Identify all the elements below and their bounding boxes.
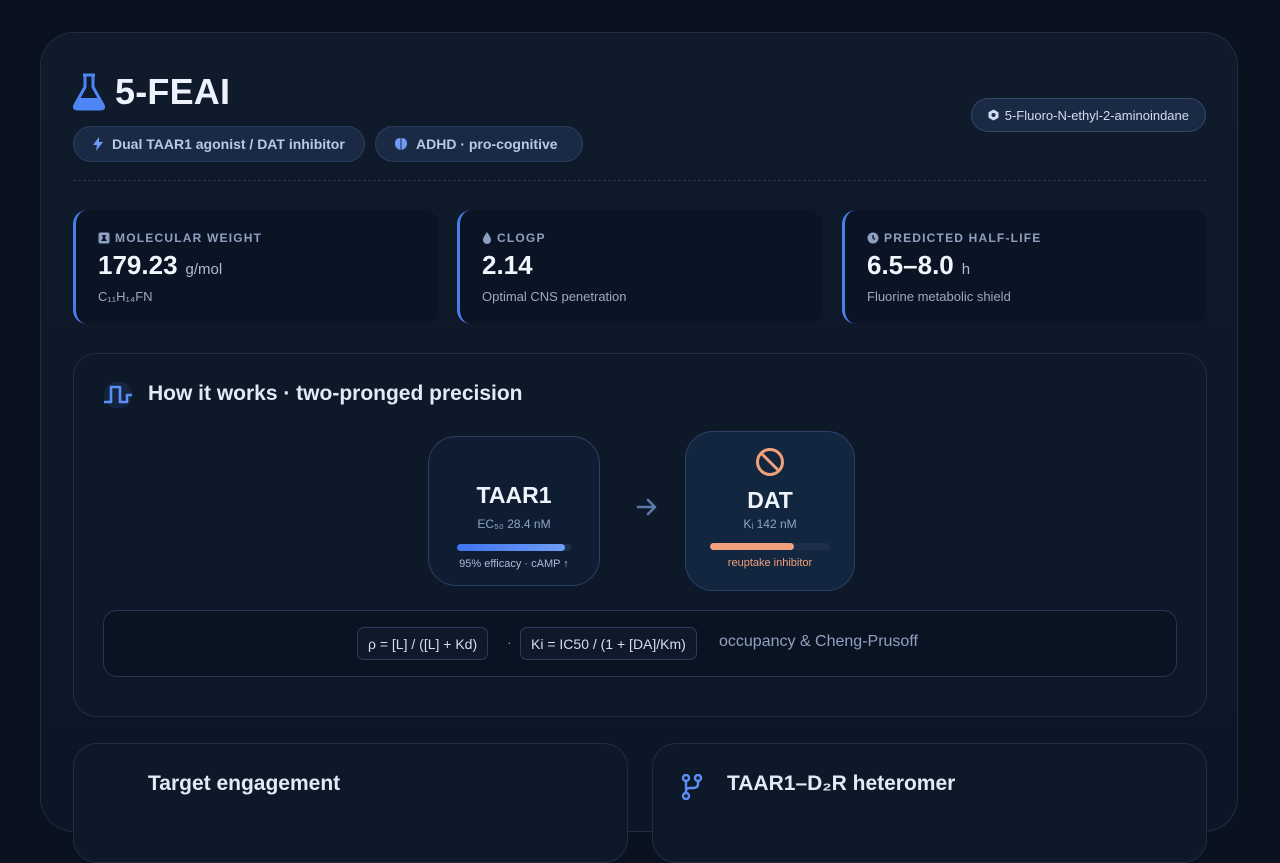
dat-inhibition-bar: [710, 543, 830, 550]
indication-pill[interactable]: ADHD · pro-cognitive: [375, 126, 583, 162]
stat-sub: Fluorine metabolic shield: [867, 289, 1011, 304]
stat-half-life: PREDICTED HALF-LIFE 6.5–8.0 h Fluorine me…: [842, 210, 1207, 324]
stat-label: MOLECULAR WEIGHT: [98, 231, 262, 245]
iupac-badge[interactable]: 5-Fluoro-N-ethyl-2-aminoindane: [970, 98, 1206, 132]
ban-icon: [756, 448, 784, 476]
stat-unit: g/mol: [185, 261, 223, 278]
hexagon-icon: [988, 109, 999, 121]
title-row: 5-FEAI: [73, 71, 230, 113]
dat-caption: reuptake inhibitor: [727, 557, 813, 569]
clock-icon: [867, 232, 879, 244]
heteromer-title: TAAR1–D₂R heteromer: [727, 772, 956, 795]
taar1-ec50: EC₅₀ 28.4 nM: [477, 517, 551, 531]
stat-label: CLOGP: [482, 231, 546, 245]
stat-sub: Optimal CNS penetration: [482, 289, 627, 304]
taar1-efficacy-bar: [457, 544, 571, 551]
stat-value: 6.5–8.0 h: [867, 250, 971, 280]
dat-ki: Kᵢ 142 nM: [743, 517, 797, 531]
stat-value: 179.23 g/mol: [98, 250, 223, 280]
compound-panel: 5-FEAI Dual TAAR1 agonist / DAT inhibito…: [40, 32, 1238, 863]
heteromer-card: TAAR1–D₂R heteromer: [652, 743, 1207, 863]
formula-row: ρ = [L] / ([L] + Kd) · Ki = IC50 / (1 + …: [103, 610, 1177, 677]
pulse-wave-icon: [104, 382, 132, 408]
dat-name: DAT: [747, 487, 793, 513]
taar1-node[interactable]: TAAR1 EC₅₀ 28.4 nM 95% efficacy · cAMP ↑: [428, 436, 600, 586]
stat-molecular-weight: MOLECULAR WEIGHT 179.23 g/mol C₁₁H₁₄FN: [73, 210, 438, 324]
stat-unit: h: [961, 261, 971, 278]
stat-value: 2.14: [482, 250, 533, 280]
brain-icon: [395, 138, 407, 150]
droplet-icon: [483, 232, 491, 244]
branch-icon: [681, 774, 703, 800]
taar1-name: TAAR1: [476, 482, 552, 508]
taar1-caption: 95% efficacy · cAMP ↑: [459, 558, 569, 570]
iupac-name: 5-Fluoro-N-ethyl-2-aminoindane: [1004, 107, 1189, 123]
flask-icon: [73, 73, 105, 111]
target-engagement-title: Target engagement: [148, 772, 341, 795]
stat-clogp: CLOGP 2.14 Optimal CNS penetration: [457, 210, 822, 324]
mechanism-card: How it works · two-pronged precision TAA…: [73, 353, 1207, 717]
bolt-icon: [93, 137, 103, 151]
dat-node[interactable]: DAT Kᵢ 142 nM reuptake inhibitor: [685, 431, 855, 591]
formula-separator: ·: [507, 634, 512, 650]
arrow-right-icon: [636, 498, 657, 516]
mechanism-title: How it works · two-pronged precision: [148, 382, 523, 405]
taar1-efficacy-fill: [457, 544, 566, 551]
flask-badge-icon: [98, 232, 110, 244]
class-pill-label: Dual TAAR1 agonist / DAT inhibitor: [112, 136, 345, 152]
header-divider: [73, 180, 1206, 181]
class-pill[interactable]: Dual TAAR1 agonist / DAT inhibitor: [73, 126, 365, 162]
target-engagement-card: Target engagement: [73, 743, 628, 863]
page-title: 5-FEAI: [115, 71, 231, 112]
cheng-prusoff-formula: Ki = IC50 / (1 + [DA]/Km): [520, 627, 697, 660]
stat-label: PREDICTED HALF-LIFE: [867, 231, 1041, 245]
formula-note: occupancy & Cheng-Prusoff: [719, 633, 918, 650]
stat-sub: C₁₁H₁₄FN: [98, 289, 153, 304]
indication-pill-label: ADHD · pro-cognitive: [416, 136, 558, 152]
dat-inhibition-fill: [710, 543, 794, 550]
occupancy-formula: ρ = [L] / ([L] + Kd): [357, 627, 489, 660]
